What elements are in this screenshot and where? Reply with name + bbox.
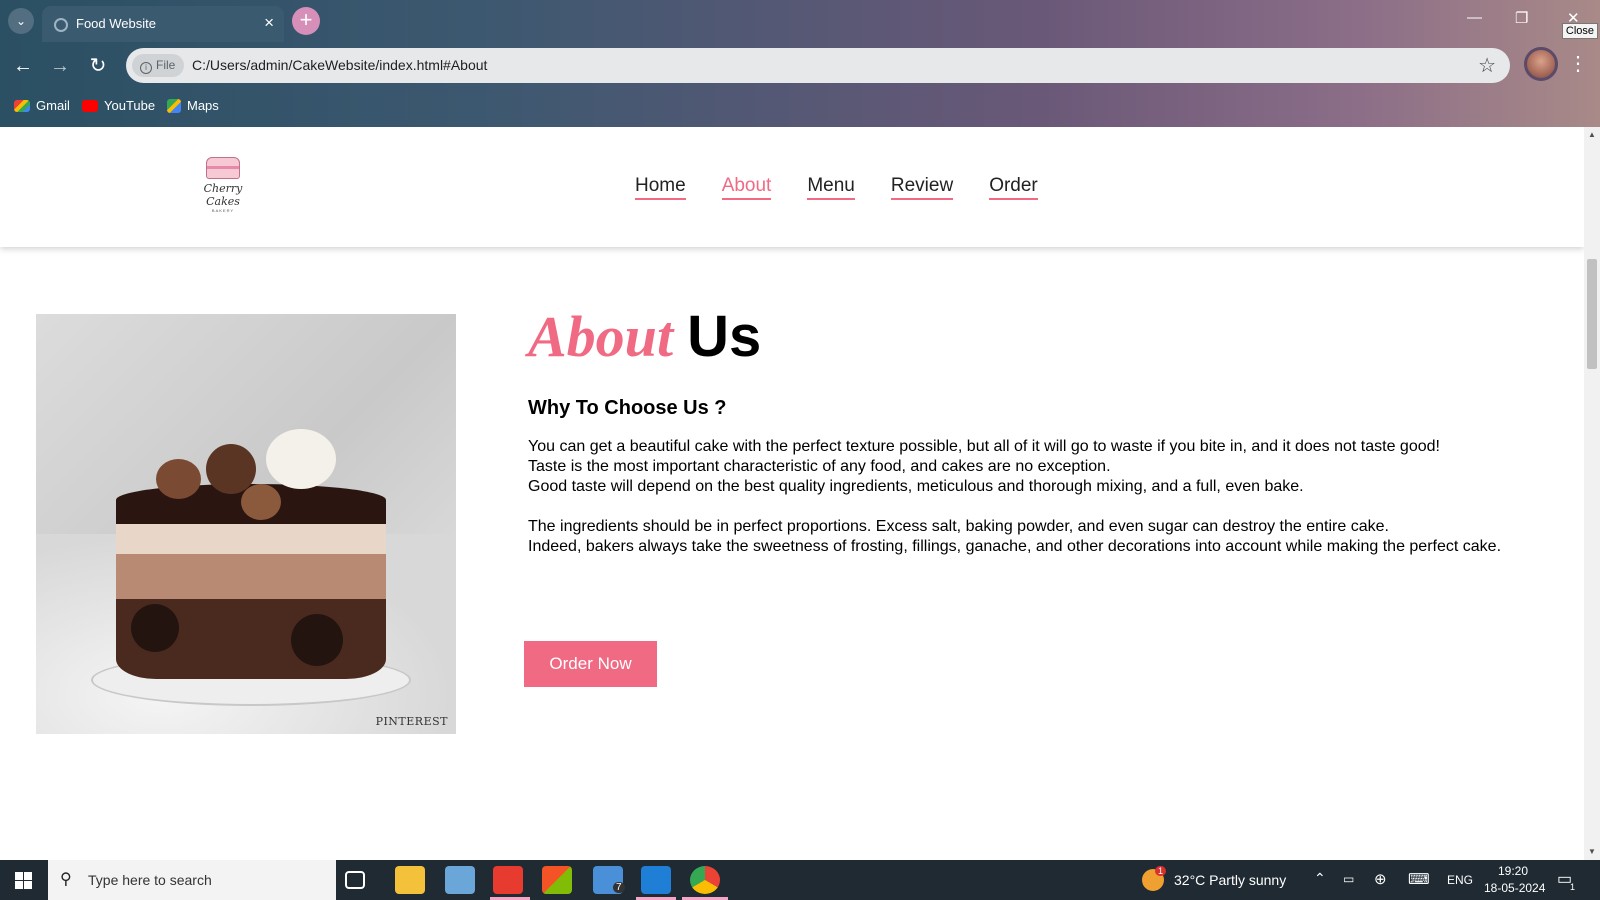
weather-badge: 1 [1155, 866, 1167, 876]
nav-about[interactable]: About [721, 175, 772, 200]
taskbar-search-box[interactable]: ⚲ Type here to search [48, 860, 336, 900]
store-icon[interactable] [542, 866, 572, 894]
clock-date[interactable]: 18-05-2024 [1484, 881, 1545, 895]
site-info-chip[interactable]: i File [132, 54, 184, 77]
battery-icon[interactable]: ▭ [1343, 872, 1354, 886]
site-logo[interactable]: Cherry Cakes BAKERY [190, 157, 256, 213]
about-text-line: Taste is the most important characterist… [528, 458, 1111, 475]
browser-chrome: ⌄ Food Website × + — ❐ ✕ Close ← → ↻ i Fi… [0, 0, 1600, 127]
file-explorer-icon[interactable] [395, 866, 425, 894]
bookmark-gmail[interactable]: Gmail [14, 98, 70, 113]
order-now-button[interactable]: Order Now [524, 641, 657, 687]
cupcake-frosting [266, 429, 336, 489]
profile-avatar[interactable] [1524, 47, 1558, 81]
logo-subtext: BAKERY [211, 208, 235, 213]
language-indicator[interactable]: ENG [1447, 873, 1473, 887]
file-chip-label: File [156, 58, 176, 72]
site-header: Cherry Cakes BAKERY Home About Menu Revi… [0, 127, 1584, 247]
task-view-icon[interactable] [345, 871, 365, 889]
keyboard-icon[interactable]: ⌨ [1408, 870, 1430, 888]
clock-time[interactable]: 19:20 [1498, 864, 1528, 878]
network-globe-icon[interactable]: ⊕ [1374, 870, 1387, 888]
reload-button[interactable]: ↻ [84, 52, 112, 80]
search-icon: ⚲ [60, 871, 72, 888]
tab-search-button[interactable]: ⌄ [8, 8, 34, 34]
cake-logo-icon [206, 157, 240, 179]
start-button[interactable] [0, 860, 48, 900]
chocolate-donut [156, 459, 201, 499]
bookmark-youtube[interactable]: YouTube [82, 98, 155, 113]
browser-tab[interactable]: Food Website × [42, 6, 284, 42]
photos-icon[interactable] [445, 866, 475, 894]
main-navigation: Home About Menu Review Order [635, 175, 1038, 200]
wps-office-icon[interactable] [493, 866, 523, 894]
about-cake-image: PINTEREST [36, 314, 456, 734]
scroll-down-arrow[interactable]: ▼ [1588, 847, 1596, 856]
maps-icon [167, 98, 181, 113]
notification-count: 1 [1570, 882, 1576, 892]
browser-toolbar: ← → ↻ i File C:/Users/admin/CakeWebsite/i… [0, 42, 1600, 90]
cookie-decoration [131, 604, 179, 652]
bookmarks-bar: Gmail YouTube Maps [0, 90, 1600, 126]
about-text-line: You can get a beautiful cake with the pe… [528, 438, 1440, 455]
tray-overflow-chevron-icon[interactable]: ⌃ [1314, 870, 1326, 887]
truffle [241, 484, 281, 520]
gmail-icon [14, 99, 30, 112]
about-text-line: The ingredients should be in perfect pro… [528, 518, 1389, 535]
scroll-up-arrow[interactable]: ▲ [1588, 130, 1596, 139]
tab-close-button[interactable]: × [264, 13, 274, 33]
windows-taskbar: ⚲ Type here to search 7 1 32°C Partly su… [0, 860, 1600, 900]
about-heading: About Us [528, 302, 761, 372]
youtube-icon [82, 99, 98, 112]
about-heading-main: Us [687, 304, 762, 369]
cookie-decoration [291, 614, 343, 666]
globe-icon [54, 18, 68, 32]
windows-logo-icon [15, 872, 32, 889]
back-button[interactable]: ← [9, 52, 37, 80]
restore-button[interactable]: ❐ [1515, 9, 1528, 27]
tab-strip: ⌄ Food Website × + — ❐ ✕ Close [0, 0, 1600, 42]
page-viewport: Cherry Cakes BAKERY Home About Menu Revi… [0, 127, 1584, 860]
bookmark-label: YouTube [104, 98, 156, 113]
image-watermark: PINTEREST [375, 715, 448, 728]
new-tab-button[interactable]: + [292, 7, 320, 35]
nav-review[interactable]: Review [890, 175, 954, 200]
forward-button[interactable]: → [46, 52, 74, 80]
address-bar[interactable]: i File C:/Users/admin/CakeWebsite/index.h… [126, 48, 1510, 83]
chrome-icon[interactable] [690, 866, 720, 894]
mail-badge: 7 [613, 882, 625, 893]
nav-order[interactable]: Order [989, 175, 1038, 200]
bookmark-maps[interactable]: Maps [167, 98, 219, 113]
page-scrollbar[interactable]: ▲ ▼ [1584, 127, 1600, 860]
browser-menu-icon[interactable]: ⋮ [1568, 51, 1588, 76]
vscode-icon[interactable] [641, 866, 671, 894]
nav-home[interactable]: Home [635, 175, 686, 200]
info-icon: i [140, 62, 152, 74]
minimize-button[interactable]: — [1467, 9, 1482, 26]
bookmark-label: Gmail [36, 98, 70, 113]
bookmark-label: Maps [187, 98, 219, 113]
logo-text: Cherry Cakes [203, 182, 243, 208]
url-text[interactable]: C:/Users/admin/CakeWebsite/index.html#Ab… [192, 57, 487, 73]
about-text-line: Indeed, bakers always take the sweetness… [528, 538, 1502, 555]
about-text-line: Good taste will depend on the best quali… [528, 478, 1304, 495]
why-choose-heading: Why To Choose Us ? [528, 397, 727, 419]
scroll-thumb[interactable] [1587, 259, 1597, 369]
tab-title: Food Website [76, 16, 156, 31]
close-tooltip: Close [1561, 23, 1598, 39]
nav-menu[interactable]: Menu [807, 175, 855, 200]
bookmark-star-icon[interactable]: ☆ [1478, 53, 1496, 78]
about-heading-accent: About [528, 304, 674, 369]
taskbar-search-placeholder: Type here to search [88, 872, 212, 888]
weather-text[interactable]: 32°C Partly sunny [1174, 872, 1286, 888]
